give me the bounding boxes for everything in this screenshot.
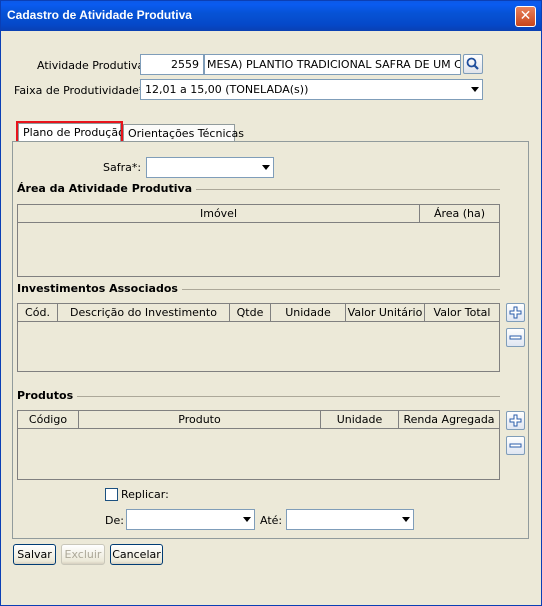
replicar-label: Replicar: (121, 488, 169, 501)
atividade-desc-field[interactable]: MESA) PLANTIO TRADICIONAL SAFRA DE UM CI… (204, 54, 461, 75)
dialog-body: Atividade Produtiva: 2559 MESA) PLANTIO … (4, 31, 538, 604)
produtos-table[interactable]: Código Produto Unidade Renda Agregada (17, 410, 500, 480)
investimentos-section-title: Investimentos Associados (17, 282, 182, 295)
tab-label: Plano de Produção (23, 126, 125, 139)
de-label: De: (105, 514, 124, 527)
close-icon: ✕ (519, 8, 532, 24)
chevron-down-icon (243, 517, 251, 522)
produtos-section-title: Produtos (17, 389, 78, 402)
col-renda-agregada[interactable]: Renda Agregada (399, 411, 499, 429)
investimentos-table[interactable]: Cód. Descrição do Investimento Qtde Unid… (17, 303, 500, 372)
area-table[interactable]: Imóvel Área (ha) (17, 204, 500, 277)
cancel-button[interactable]: Cancelar (110, 544, 163, 565)
col-codigo[interactable]: Código (18, 411, 79, 429)
minus-icon (509, 335, 522, 340)
tab-label: Orientações Técnicas (128, 127, 245, 140)
area-section-title: Área da Atividade Produtiva (17, 182, 197, 195)
col-descricao[interactable]: Descrição do Investimento (58, 304, 230, 322)
save-button[interactable]: Salvar (13, 544, 56, 565)
minus-icon (509, 443, 522, 448)
chevron-down-icon (402, 517, 410, 522)
col-area-ha[interactable]: Área (ha) (420, 205, 499, 223)
plus-icon (509, 306, 522, 319)
section-divider (17, 396, 500, 397)
window-title: Cadastro de Atividade Produtiva (7, 8, 192, 22)
add-produto-button[interactable] (506, 411, 525, 430)
col-cod[interactable]: Cód. (18, 304, 58, 322)
ate-label: Até: (260, 514, 283, 527)
plus-icon (509, 414, 522, 427)
remove-investimento-button[interactable] (506, 328, 525, 347)
close-button[interactable]: ✕ (515, 6, 536, 27)
col-valor-total[interactable]: Valor Total (425, 304, 499, 322)
faixa-select[interactable]: 12,01 a 15,00 (TONELADA(s)) (140, 79, 483, 100)
title-bar[interactable]: Cadastro de Atividade Produtiva ✕ (1, 1, 541, 31)
ate-select[interactable] (286, 509, 414, 530)
add-investimento-button[interactable] (506, 303, 525, 322)
chevron-down-icon (262, 165, 270, 170)
atividade-code-field[interactable]: 2559 (140, 54, 204, 75)
safra-label: Safra*: (103, 161, 142, 174)
search-icon (466, 57, 479, 70)
col-imovel[interactable]: Imóvel (18, 205, 420, 223)
col-unidade[interactable]: Unidade (321, 411, 399, 429)
col-qtde[interactable]: Qtde (230, 304, 271, 322)
tab-plano-producao[interactable]: Plano de Produção (16, 121, 125, 144)
col-produto[interactable]: Produto (79, 411, 321, 429)
dialog-window: Cadastro de Atividade Produtiva ✕ Ativid… (0, 0, 542, 606)
faixa-value: 12,01 a 15,00 (TONELADA(s)) (145, 83, 309, 96)
delete-button[interactable]: Excluir (61, 544, 105, 565)
safra-select[interactable] (146, 157, 274, 178)
search-button[interactable] (463, 54, 483, 74)
produtos-table-header: Código Produto Unidade Renda Agregada (18, 411, 499, 429)
de-select[interactable] (126, 509, 255, 530)
faixa-label: Faixa de Produtividade*: (14, 84, 149, 97)
col-unidade[interactable]: Unidade (271, 304, 346, 322)
replicar-checkbox[interactable] (105, 488, 118, 501)
remove-produto-button[interactable] (506, 436, 525, 455)
atividade-label: Atividade Produtiva: (37, 59, 148, 72)
investimentos-table-header: Cód. Descrição do Investimento Qtde Unid… (18, 304, 499, 322)
chevron-down-icon (471, 87, 479, 92)
col-valor-unitario[interactable]: Valor Unitário (346, 304, 425, 322)
tab-panel: Safra*: Área da Atividade Produtiva Imóv… (12, 141, 529, 539)
area-table-header: Imóvel Área (ha) (18, 205, 499, 223)
